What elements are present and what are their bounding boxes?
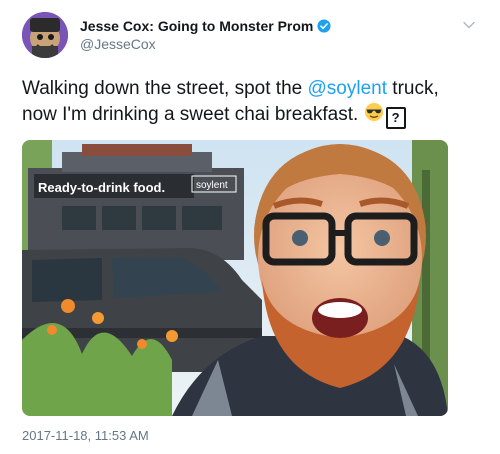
truck-brand-text: soylent — [196, 180, 228, 191]
selfie-photo-illustration: Ready-to-drink food. soylent — [22, 140, 448, 416]
sunglasses-emoji-icon — [364, 103, 383, 121]
mention-link[interactable]: @soylent — [308, 78, 388, 99]
verified-badge-icon — [317, 19, 331, 33]
tweet-text: Walking down the street, spot the @soyle… — [22, 76, 478, 129]
avatar-illustration — [22, 12, 68, 58]
tweet-photo[interactable]: Ready-to-drink food. soylent — [22, 140, 448, 416]
tweet-card: Jesse Cox: Going to Monster Prom @JesseC… — [0, 0, 500, 454]
avatar[interactable] — [22, 12, 68, 58]
user-handle[interactable]: @JesseCox — [80, 36, 156, 52]
display-name[interactable]: Jesse Cox: Going to Monster Prom — [80, 18, 313, 34]
timestamp[interactable]: 2017-11-18, 11:53 AM — [22, 428, 149, 443]
tweet-text-part: Walking down the street, spot the — [22, 78, 308, 99]
tweet-header: Jesse Cox: Going to Monster Prom @JesseC… — [22, 12, 478, 62]
truck-sign-text: Ready-to-drink food. — [38, 180, 165, 195]
unknown-glyph-box: ? — [385, 107, 406, 129]
chevron-down-icon[interactable] — [462, 18, 476, 32]
name-row: Jesse Cox: Going to Monster Prom — [80, 18, 331, 34]
